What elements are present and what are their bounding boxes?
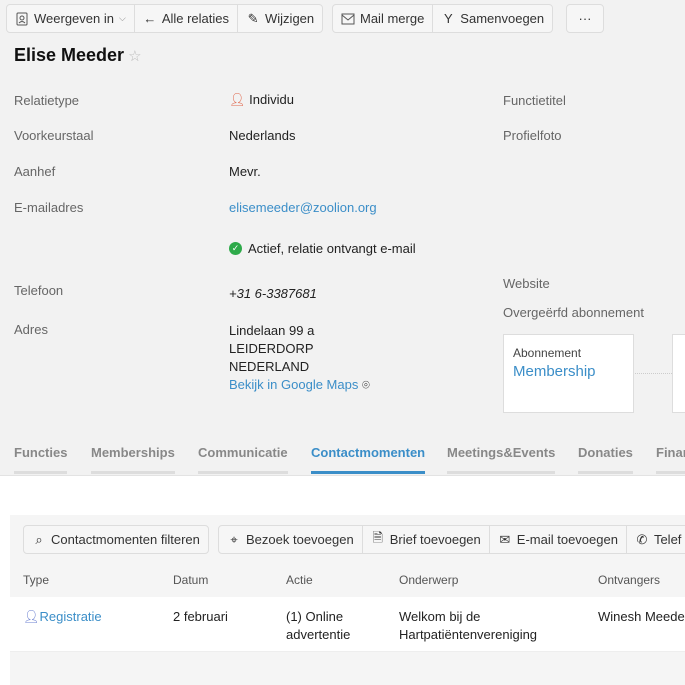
phone-label: Telefoon bbox=[14, 283, 64, 298]
pencil-icon: ✎ bbox=[247, 10, 259, 26]
tab-communicatie[interactable]: Communicatie bbox=[198, 445, 288, 474]
address-value: Lindelaan 99 a LEIDERDORP NEDERLAND Beki… bbox=[229, 322, 370, 394]
add-visit-label: Bezoek toevoegen bbox=[246, 532, 354, 547]
add-letter-button[interactable]: 🗎︎ Brief toevoegen bbox=[363, 526, 490, 553]
relation-type-text: Individu bbox=[249, 92, 294, 107]
relation-type-label: Relatietype bbox=[14, 93, 80, 108]
add-phone-button[interactable]: ✆ Telef bbox=[627, 526, 685, 553]
mail-merge-label: Mail merge bbox=[360, 11, 425, 26]
row-date: 2 februari bbox=[173, 609, 228, 624]
row-recipients: Winesh Meeder bbox=[598, 609, 685, 624]
subscription-heading: Abonnement bbox=[513, 346, 582, 360]
profile-photo-label: Profielfoto bbox=[503, 128, 562, 143]
more-button[interactable]: ··· bbox=[566, 4, 604, 33]
envelope-icon bbox=[341, 12, 355, 26]
address-line: Lindelaan 99 a bbox=[229, 323, 315, 338]
document-icon: 🗎︎ bbox=[372, 529, 383, 545]
filter-button[interactable]: ⌕ Contactmomenten filteren bbox=[23, 525, 209, 554]
salutation-label: Aanhef bbox=[14, 164, 56, 179]
secondary-actions: Mail merge Y Samenvoegen bbox=[332, 4, 554, 33]
merge-button[interactable]: Y Samenvoegen bbox=[433, 5, 552, 32]
tab-financien[interactable]: Finan bbox=[656, 445, 685, 474]
mail-merge-button[interactable]: Mail merge bbox=[333, 5, 434, 32]
phone-value: +31 6-3387681 bbox=[229, 286, 317, 301]
relation-type-value: 👤︎ Individu bbox=[229, 92, 294, 108]
star-icon[interactable]: ☆ bbox=[128, 48, 141, 65]
more-label: ··· bbox=[578, 11, 592, 26]
related-card bbox=[672, 334, 685, 413]
edit-label: Wijzigen bbox=[265, 11, 315, 26]
column-recipients[interactable]: Ontvangers bbox=[598, 573, 660, 587]
row-type-link[interactable]: Registratie bbox=[40, 609, 102, 624]
address-line: NEDERLAND bbox=[229, 359, 310, 374]
add-actions: ⌖ Bezoek toevoegen 🗎︎ Brief toevoegen ✉︎ E-… bbox=[218, 525, 685, 554]
chevron-down-icon: ⌵ bbox=[118, 13, 126, 23]
filter-label: Contactmomenten filteren bbox=[51, 532, 200, 547]
email-status: ✓ Actief, relatie ontvangt e-mail bbox=[229, 241, 416, 256]
tab-bar: Functies Memberships Communicatie Contac… bbox=[0, 445, 685, 476]
envelope-icon: ✉︎ bbox=[499, 531, 511, 547]
merge-icon: Y bbox=[443, 11, 453, 26]
inherited-subscription-label: Overgeërfd abonnement bbox=[503, 305, 644, 320]
tab-meetings-events[interactable]: Meetings&Events bbox=[447, 445, 556, 474]
page-title: Elise Meeder ☆ bbox=[14, 45, 142, 66]
salutation-value: Mevr. bbox=[229, 164, 261, 179]
primary-actions: Weergeven in ⌵ ← Alle relaties ✎ Wijzigen bbox=[6, 4, 324, 33]
language-value: Nederlands bbox=[229, 128, 296, 143]
all-relations-button[interactable]: ← Alle relaties bbox=[135, 5, 239, 32]
contact-card-icon bbox=[15, 12, 29, 26]
address-line: LEIDERDORP bbox=[229, 341, 314, 356]
add-email-button[interactable]: ✉︎ E-mail toevoegen bbox=[490, 526, 627, 553]
view-in-button[interactable]: Weergeven in ⌵ bbox=[7, 5, 135, 32]
merge-label: Samenvoegen bbox=[460, 11, 545, 26]
column-action[interactable]: Actie bbox=[286, 573, 313, 587]
column-type[interactable]: Type bbox=[23, 573, 49, 587]
check-circle-icon: ✓ bbox=[229, 242, 242, 255]
column-subject[interactable]: Onderwerp bbox=[399, 573, 458, 587]
add-email-label: E-mail toevoegen bbox=[516, 532, 618, 547]
contact-name: Elise Meeder bbox=[14, 45, 125, 65]
card-connector bbox=[635, 373, 672, 374]
person-icon: 👤︎ bbox=[229, 92, 246, 107]
row-type[interactable]: 👤︎Registratie bbox=[23, 608, 102, 626]
column-date[interactable]: Datum bbox=[173, 573, 208, 587]
email-status-text: Actief, relatie ontvangt e-mail bbox=[248, 241, 416, 256]
view-in-label: Weergeven in bbox=[34, 11, 114, 26]
edit-button[interactable]: ✎ Wijzigen bbox=[238, 5, 322, 32]
tab-contactmomenten[interactable]: Contactmomenten bbox=[311, 445, 426, 474]
map-pin-icon: ⌾ bbox=[361, 377, 370, 392]
website-label: Website bbox=[503, 276, 550, 291]
subscription-card: Abonnement Membership bbox=[503, 334, 634, 413]
add-phone-label: Telef bbox=[653, 532, 682, 547]
arrow-left-icon: ← bbox=[143, 11, 157, 26]
address-label: Adres bbox=[14, 322, 48, 337]
all-relations-label: Alle relaties bbox=[161, 11, 230, 26]
add-visit-button[interactable]: ⌖ Bezoek toevoegen bbox=[219, 526, 363, 553]
email-label: E-mailadres bbox=[14, 200, 84, 215]
row-action: (1) Online advertentie bbox=[286, 609, 351, 642]
tab-functies[interactable]: Functies bbox=[14, 445, 68, 474]
location-pin-icon: ⌖ bbox=[230, 531, 238, 547]
language-label: Voorkeurstaal bbox=[14, 128, 94, 143]
membership-link[interactable]: Membership bbox=[513, 363, 624, 380]
google-maps-link[interactable]: Bekijk in Google Maps bbox=[229, 377, 358, 392]
tab-donaties[interactable]: Donaties bbox=[578, 445, 633, 474]
row-subject: Welkom bij de Hartpatiëntenvereniging bbox=[399, 609, 538, 642]
job-title-label: Functietitel bbox=[503, 93, 566, 108]
search-icon: ⌕ bbox=[35, 531, 43, 547]
email-link[interactable]: elisemeeder@zoolion.org bbox=[229, 200, 377, 215]
tab-memberships[interactable]: Memberships bbox=[91, 445, 175, 474]
add-letter-label: Brief toevoegen bbox=[389, 532, 481, 547]
phone-icon: ✆ bbox=[636, 531, 648, 547]
user-edit-icon: 👤︎ bbox=[23, 609, 40, 624]
